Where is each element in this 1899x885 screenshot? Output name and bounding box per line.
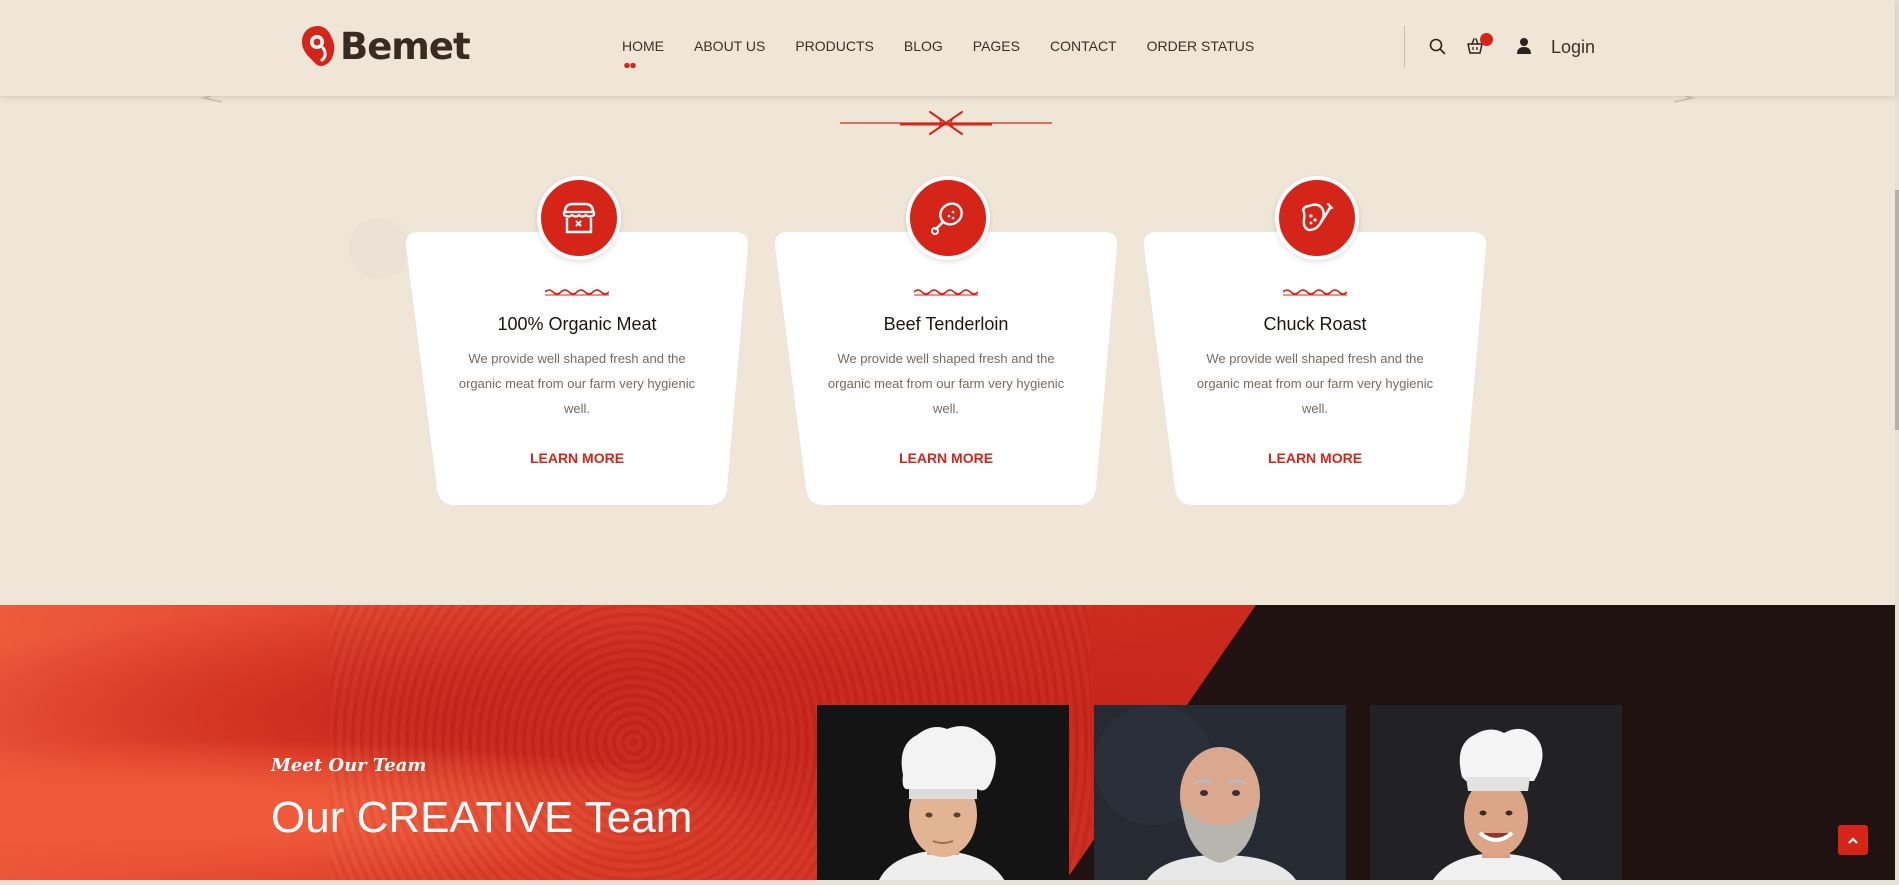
- nav-products[interactable]: PRODUCTS: [795, 38, 874, 54]
- card-title: Chuck Roast: [1263, 314, 1367, 334]
- main-nav: HOME ABOUT US PRODUCTS BLOG PAGES CONTAC…: [622, 38, 1255, 68]
- card-description: We provide well shaped fresh and the org…: [458, 351, 696, 416]
- user-icon[interactable]: [1514, 36, 1534, 56]
- nav-blog[interactable]: BLOG: [904, 38, 943, 54]
- learn-more-link[interactable]: LEARN MORE: [405, 450, 749, 466]
- chevron-up-icon: [1848, 837, 1858, 844]
- site-header: Bemet HOME ABOUT US PRODUCTS BLOG PAGES …: [0, 0, 1895, 96]
- chef-photo[interactable]: [1094, 705, 1346, 880]
- nav-about-us[interactable]: ABOUT US: [694, 38, 765, 54]
- chef-photo[interactable]: [1370, 705, 1622, 880]
- nav-pages[interactable]: PAGES: [973, 38, 1020, 54]
- logo-icon: [302, 26, 335, 66]
- chicken-leg-icon: [906, 176, 990, 260]
- nav-order-status[interactable]: ORDER STATUS: [1147, 38, 1255, 54]
- bottom-bar: [0, 880, 1895, 885]
- wave-divider-icon: [1283, 289, 1347, 296]
- team-title: Our CREATIVE Team: [271, 793, 693, 842]
- learn-more-link[interactable]: LEARN MORE: [774, 450, 1118, 466]
- header-divider: [1404, 26, 1405, 68]
- card-description: We provide well shaped fresh and the org…: [827, 351, 1065, 416]
- vertical-scrollbar[interactable]: [1895, 0, 1899, 885]
- cart-badge: [1480, 33, 1493, 46]
- chef-portrait-2: [1094, 705, 1346, 880]
- scroll-to-top-button[interactable]: [1838, 825, 1868, 855]
- vertical-scrollbar-thumb[interactable]: [1895, 190, 1899, 430]
- team-subtitle: Meet Our Team: [271, 755, 427, 776]
- card-description: We provide well shaped fresh and the org…: [1196, 351, 1434, 416]
- feature-card: Beef Tenderloin We provide well shaped f…: [774, 176, 1118, 505]
- feature-card: 100% Organic Meat We provide well shaped…: [405, 176, 749, 505]
- chef-portrait-3: [1370, 705, 1622, 880]
- feature-card: Chuck Roast We provide well shaped fresh…: [1143, 176, 1487, 505]
- wave-divider-icon: [545, 289, 609, 296]
- team-section: Meet Our Team Our CREATIVE Team: [0, 605, 1895, 880]
- brand-name: Bemet: [340, 24, 471, 68]
- learn-more-link[interactable]: LEARN MORE: [1143, 450, 1487, 466]
- steak-icon: [1275, 176, 1359, 260]
- chef-photo[interactable]: [817, 705, 1069, 880]
- brand-logo[interactable]: Bemet: [300, 24, 471, 68]
- search-icon[interactable]: [1427, 36, 1447, 56]
- card-title: 100% Organic Meat: [497, 314, 657, 334]
- card-title: Beef Tenderloin: [883, 314, 1009, 334]
- nav-home[interactable]: HOME: [622, 38, 664, 68]
- nav-contact[interactable]: CONTACT: [1050, 38, 1117, 54]
- section-ornament-icon: [840, 111, 1052, 135]
- shop-icon: [537, 176, 621, 260]
- login-link[interactable]: Login: [1551, 37, 1595, 58]
- chef-portrait-1: [817, 705, 1069, 880]
- wave-divider-icon: [914, 289, 978, 296]
